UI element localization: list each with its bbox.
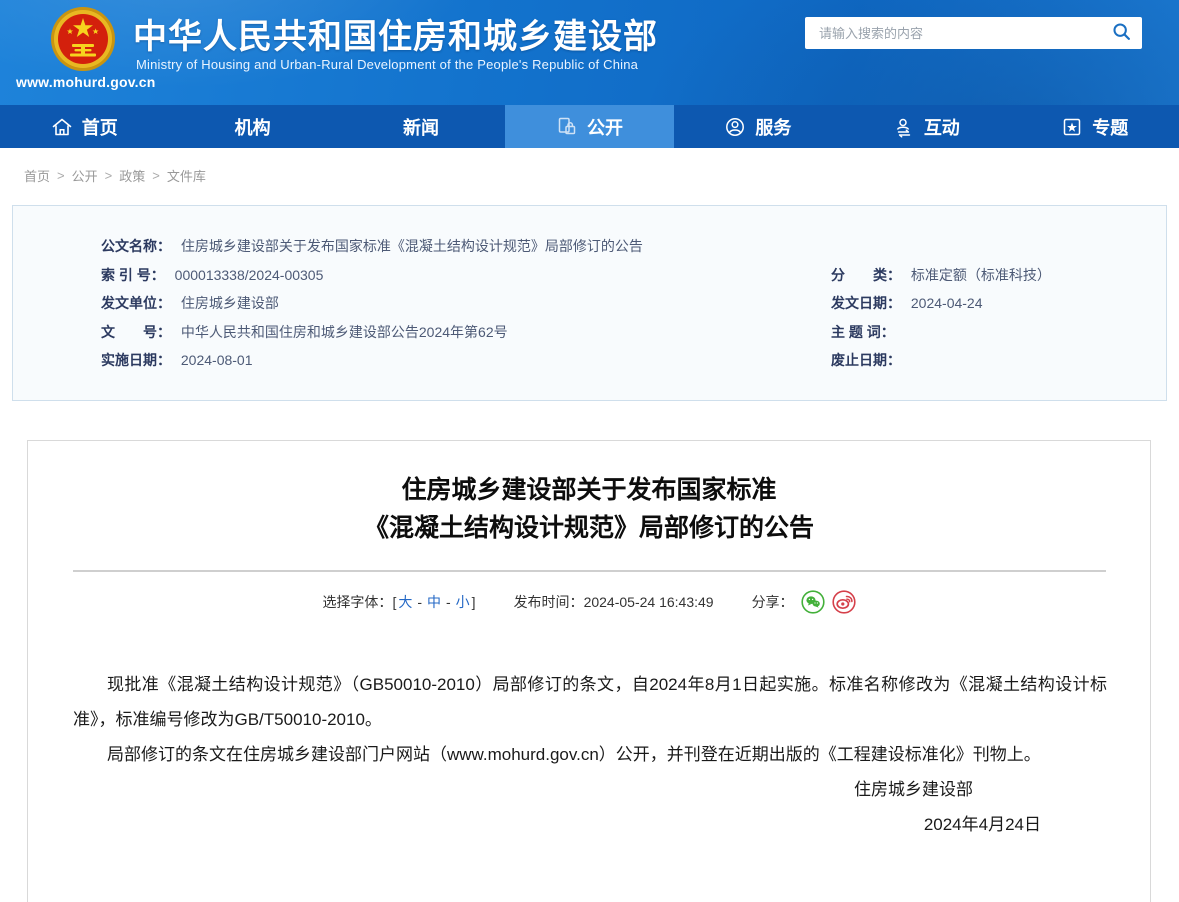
meta-value: 2024-08-01 [181, 352, 253, 368]
wechat-share-icon[interactable] [801, 590, 825, 614]
search-input[interactable] [805, 17, 1105, 49]
meta-row-issue-date: 发文日期： 2024-04-24 [831, 293, 983, 313]
article-paragraph: 现批准《混凝土结构设计规范》（GB50010-2010）局部修订的条文，自202… [73, 667, 1107, 737]
nav-item-topics[interactable]: 专题 [1011, 105, 1179, 148]
meta-value: 住房城乡建设部关于发布国家标准《混凝土结构设计规范》局部修订的公告 [181, 236, 643, 256]
publish-time-value: 2024-05-24 16:43:49 [584, 594, 714, 610]
article-title: 住房城乡建设部关于发布国家标准 《混凝土结构设计规范》局部修订的公告 [28, 471, 1150, 547]
meta-value: 中华人民共和国住房和城乡建设部公告2024年第62号 [181, 322, 508, 342]
font-chooser-bracket: [ [392, 594, 396, 610]
font-size-medium-link[interactable]: 中 [427, 592, 441, 612]
meta-label: 分 类： [831, 265, 901, 285]
meta-label: 发文日期： [831, 293, 901, 313]
nav-item-label: 服务 [755, 114, 791, 140]
meta-row-index-number: 索 引 号： 000013338/2024-00305 [101, 265, 323, 285]
publish-time-label: 发布时间： [514, 592, 584, 612]
nav-item-label: 机构 [235, 114, 271, 140]
site-title-english: Ministry of Housing and Urban-Rural Deve… [136, 57, 638, 72]
site-title: 中华人民共和国住房和城乡建设部 [133, 9, 658, 58]
nav-item-home[interactable]: 首页 [0, 105, 168, 148]
nav-item-label: 专题 [1092, 114, 1128, 140]
nav-item-news[interactable]: 新闻 [337, 105, 505, 148]
nav-item-label: 公开 [587, 114, 623, 140]
meta-row-category: 分 类： 标准定额（标准科技） [831, 265, 1051, 285]
breadcrumb-home[interactable]: 首页 [24, 166, 50, 185]
meta-label: 索 引 号： [101, 265, 165, 285]
article-paragraph: 局部修订的条文在住房城乡建设部门户网站（www.mohurd.gov.cn）公开… [73, 737, 1107, 772]
breadcrumb-separator: > [105, 168, 113, 183]
search-icon [1111, 21, 1133, 43]
breadcrumb-separator: > [57, 168, 65, 183]
font-chooser-bracket: ] [472, 594, 476, 610]
meta-row-subject-terms: 主 题 词： [831, 322, 905, 342]
nav-item-disclosure[interactable]: 公开 [505, 105, 673, 148]
share-label: 分享： [752, 592, 794, 612]
meta-value: 000013338/2024-00305 [175, 267, 324, 283]
article-title-line2: 《混凝土结构设计规范》局部修订的公告 [28, 509, 1150, 547]
home-icon [51, 116, 73, 138]
nav-item-orgs[interactable]: 机构 [168, 105, 336, 148]
share-group: 分享： [752, 590, 856, 614]
article-title-line1: 住房城乡建设部关于发布国家标准 [28, 471, 1150, 509]
meta-row-document-name: 公文名称： 住房城乡建设部关于发布国家标准《混凝土结构设计规范》局部修订的公告 [101, 236, 643, 256]
topics-icon [1061, 116, 1083, 138]
meta-value: 2024-04-24 [911, 295, 983, 311]
meta-value: 标准定额（标准科技） [911, 265, 1051, 285]
signature-date: 2024年4月24日 [73, 807, 1107, 842]
meta-value: 住房城乡建设部 [181, 293, 279, 313]
font-size-small-link[interactable]: 小 [456, 592, 470, 612]
meta-label: 实施日期： [101, 350, 171, 370]
nav-item-label: 新闻 [403, 114, 439, 140]
meta-label: 公文名称： [101, 236, 171, 256]
meta-row-issuing-unit: 发文单位： 住房城乡建设部 [101, 293, 279, 313]
font-size-large-link[interactable]: 大 [398, 592, 412, 612]
nav-item-interaction[interactable]: 互动 [842, 105, 1010, 148]
document-meta-box: 公文名称： 住房城乡建设部关于发布国家标准《混凝土结构设计规范》局部修订的公告 … [12, 205, 1167, 401]
disclosure-icon [556, 116, 578, 138]
nav-item-label: 互动 [924, 114, 960, 140]
meta-row-implementation-date: 实施日期： 2024-08-01 [101, 350, 253, 370]
meta-label: 主 题 词： [831, 322, 895, 342]
breadcrumb: 首页 > 公开 > 政策 > 文件库 [24, 166, 206, 185]
font-size-chooser: 选择字体： [ 大 - 中 - 小 ] [322, 592, 475, 612]
article-container: 住房城乡建设部关于发布国家标准 《混凝土结构设计规范》局部修订的公告 选择字体：… [27, 440, 1151, 902]
meta-label: 发文单位： [101, 293, 171, 313]
nav-item-label: 首页 [82, 114, 118, 140]
signature-organization: 住房城乡建设部 [73, 772, 1107, 807]
site-header: www.mohurd.gov.cn 中华人民共和国住房和城乡建设部 Minist… [0, 0, 1179, 105]
interaction-icon [893, 116, 915, 138]
breadcrumb-separator: > [152, 168, 160, 183]
breadcrumb-disclosure[interactable]: 公开 [72, 166, 98, 185]
article-toolbar: 选择字体： [ 大 - 中 - 小 ] 发布时间： 2024-05-24 16:… [28, 588, 1150, 616]
font-chooser-separator: - [417, 594, 422, 610]
main-nav: 首页 机构 新闻 公开 服务 [0, 105, 1179, 148]
search-box [805, 17, 1142, 49]
weibo-share-icon[interactable] [832, 590, 856, 614]
title-divider [73, 570, 1106, 572]
breadcrumb-document-library[interactable]: 文件库 [167, 166, 206, 185]
nav-item-services[interactable]: 服务 [674, 105, 842, 148]
service-icon [724, 116, 746, 138]
site-url: www.mohurd.gov.cn [16, 74, 152, 90]
meta-row-repeal-date: 废止日期： [831, 350, 911, 370]
font-chooser-separator: - [446, 594, 451, 610]
national-emblem-icon [50, 6, 116, 72]
article-body: 现批准《混凝土结构设计规范》（GB50010-2010）局部修订的条文，自202… [73, 667, 1107, 842]
meta-label: 文 号： [101, 322, 171, 342]
search-button[interactable] [1108, 20, 1136, 46]
font-chooser-label: 选择字体： [322, 592, 392, 612]
breadcrumb-policy[interactable]: 政策 [119, 166, 145, 185]
page: www.mohurd.gov.cn 中华人民共和国住房和城乡建设部 Minist… [0, 0, 1179, 902]
publish-time-group: 发布时间： 2024-05-24 16:43:49 [514, 592, 714, 612]
meta-row-document-number: 文 号： 中华人民共和国住房和城乡建设部公告2024年第62号 [101, 322, 508, 342]
meta-label: 废止日期： [831, 350, 901, 370]
